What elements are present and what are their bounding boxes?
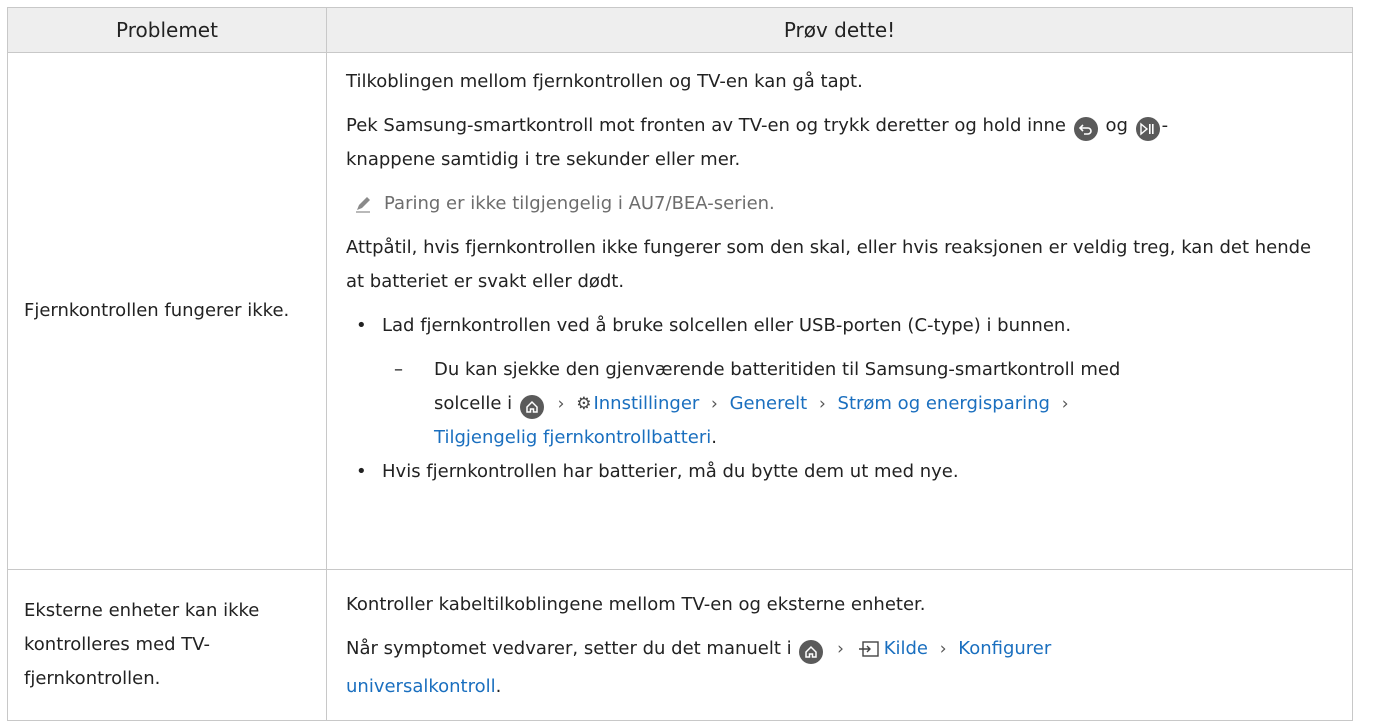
chevron-right-icon: › [711, 394, 718, 414]
bullet: • [356, 315, 367, 336]
note-pencil-icon [352, 193, 374, 215]
chevron-right-icon: › [557, 394, 565, 414]
note-text: Paring er ikke tilgjengelig i AU7/BEA-se… [384, 193, 775, 214]
table-row: Eksterne enheter kan ikke kontrolleres m… [8, 570, 1352, 720]
back-button-icon [1073, 117, 1098, 141]
list-item-text: Lad fjernkontrollen ved å bruke solcelle… [382, 315, 1072, 336]
menu-path-remote-battery: Tilgjengelig fjernkontrollbatteri [434, 427, 712, 448]
chevron-right-icon: › [818, 394, 826, 414]
sub-list-item-text: Du kan sjekke den gjenværende batteritid… [434, 353, 1120, 455]
list-item: • Lad fjernkontrollen ved å bruke solcel… [346, 309, 1334, 343]
menu-path-general: Generelt [729, 393, 808, 414]
header-try-this: Prøv dette! [783, 18, 896, 42]
settings-gear-icon: ⚙ [576, 394, 592, 414]
text: . [711, 427, 717, 448]
chevron-right-icon: › [837, 639, 844, 659]
home-icon [519, 395, 544, 419]
solution-paragraph: Pek Samsung-smartkontroll mot fronten av… [346, 109, 1334, 177]
menu-path-universal-remote: universalkontroll [346, 676, 496, 697]
solution-cell: Kontroller kabeltilkoblingene mellom TV-… [327, 570, 1352, 720]
text: solcelle i [434, 393, 513, 414]
source-input-icon [858, 636, 880, 670]
dash: – [394, 359, 403, 380]
chevron-right-icon: › [939, 639, 947, 659]
text: Når symptomet vedvarer, setter du det ma… [346, 638, 792, 659]
menu-path-configure: Konfigurer [958, 638, 1052, 659]
list-item: • Hvis fjernkontrollen har batterier, må… [346, 455, 1334, 489]
table-header: Problemet Prøv dette! [8, 8, 1352, 53]
menu-path-source: Kilde [883, 638, 928, 659]
text: - [1161, 115, 1169, 136]
text: Du kan sjekke den gjenværende batteritid… [434, 359, 1121, 380]
table-row: Fjernkontrollen fungerer ikke. Tilkoblin… [8, 53, 1352, 570]
solution-paragraph: Attpåtil, hvis fjernkontrollen ikke fung… [346, 237, 1312, 292]
menu-path-settings: Innstillinger [593, 393, 700, 414]
bullet: • [356, 461, 367, 482]
text: . [495, 676, 502, 697]
troubleshooting-table: Problemet Prøv dette! Fjernkontrollen fu… [7, 7, 1353, 721]
text: Pek Samsung-smartkontroll mot fronten av… [346, 115, 1066, 136]
chevron-right-icon: › [1061, 394, 1069, 414]
text: knappene samtidig i tre sekunder eller m… [346, 149, 741, 170]
sub-list-item: – Du kan sjekke den gjenværende batterit… [346, 353, 1334, 455]
problem-cell: Eksterne enheter kan ikke kontrolleres m… [8, 570, 327, 720]
list-item-text: Hvis fjernkontrollen har batterier, må d… [382, 461, 959, 482]
solution-paragraph: Når symptomet vedvarer, setter du det ma… [346, 632, 1334, 704]
solution-paragraph: Tilkoblingen mellom fjernkontrollen og T… [346, 71, 863, 92]
note: Paring er ikke tilgjengelig i AU7/BEA-se… [346, 187, 1334, 221]
play-pause-button-icon [1135, 117, 1160, 141]
home-icon [799, 640, 824, 664]
text: og [1105, 115, 1128, 136]
menu-path-power: Strøm og energisparing [837, 393, 1050, 414]
problem-cell: Fjernkontrollen fungerer ikke. [8, 53, 327, 569]
solution-paragraph: Kontroller kabeltilkoblingene mellom TV-… [346, 594, 926, 615]
header-problem: Problemet [8, 8, 327, 52]
solution-cell: Tilkoblingen mellom fjernkontrollen og T… [327, 53, 1352, 569]
